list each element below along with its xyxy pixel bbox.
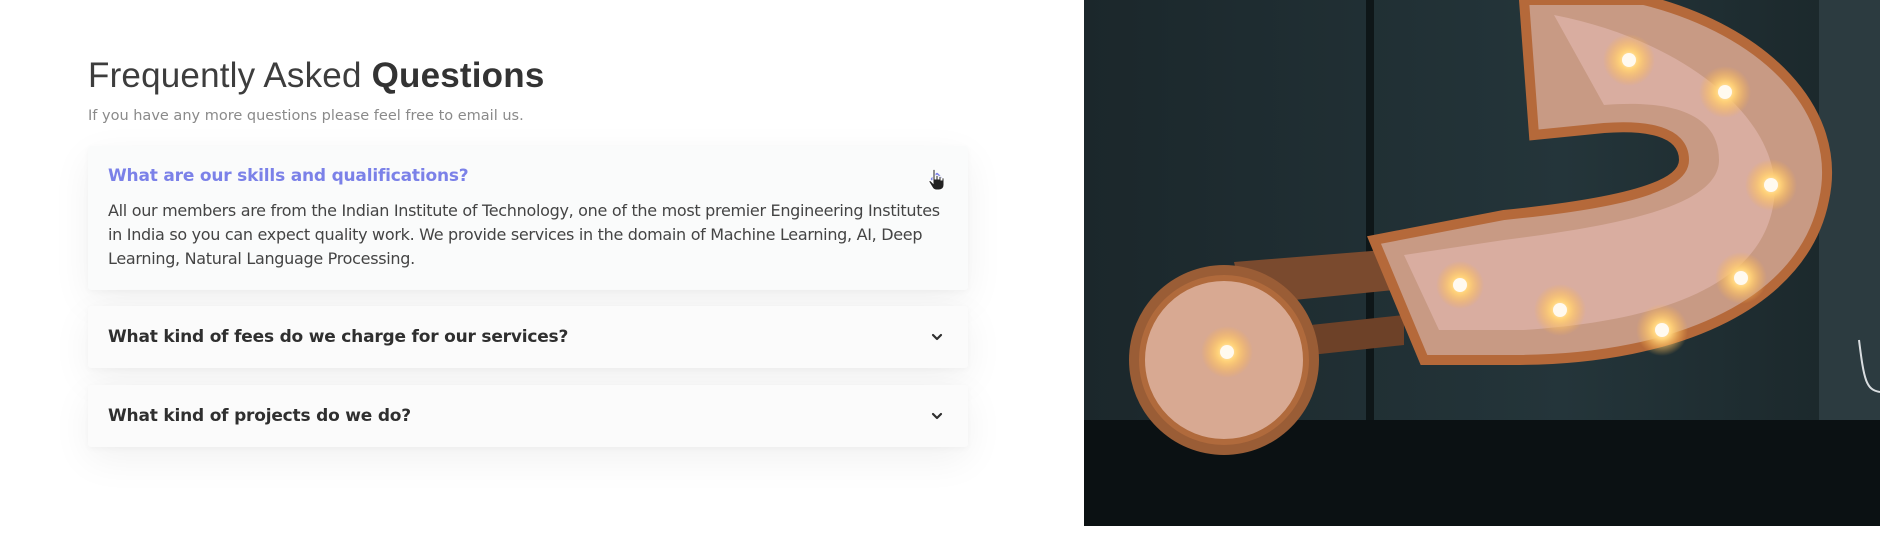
faq-section: Frequently Asked Questions If you have a… xyxy=(0,0,1084,526)
faq-question[interactable]: What are our skills and qualifications? xyxy=(108,166,469,186)
faq-item-fees[interactable]: What kind of fees do we charge for our s… xyxy=(88,306,968,368)
faq-page: Frequently Asked Questions If you have a… xyxy=(0,0,1880,536)
faq-answer: All our members are from the Indian Inst… xyxy=(108,201,940,268)
faq-item-skills[interactable]: What are our skills and qualifications? … xyxy=(88,146,968,290)
title-bold: Questions xyxy=(371,56,545,95)
page-subtitle: If you have any more questions please fe… xyxy=(88,108,524,124)
hand-cursor-icon xyxy=(928,168,945,191)
question-mark-marquee-photo xyxy=(1084,0,1880,526)
chevron-down-icon[interactable] xyxy=(928,407,946,425)
photo-illustration xyxy=(1084,0,1880,526)
chevron-down-icon[interactable] xyxy=(928,328,946,346)
page-title: Frequently Asked Questions xyxy=(88,56,545,96)
title-light: Frequently Asked xyxy=(88,56,372,95)
faq-item-projects[interactable]: What kind of projects do we do? xyxy=(88,385,968,447)
faq-question[interactable]: What kind of projects do we do? xyxy=(108,406,411,426)
faq-question[interactable]: What kind of fees do we charge for our s… xyxy=(108,327,568,347)
